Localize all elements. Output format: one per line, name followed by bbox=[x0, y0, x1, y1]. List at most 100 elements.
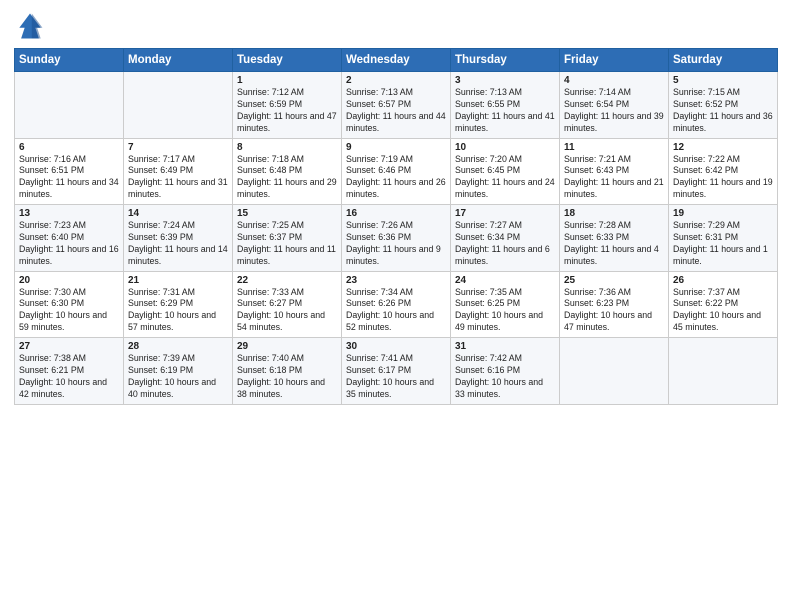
calendar-cell bbox=[669, 338, 778, 405]
calendar-cell: 25Sunrise: 7:36 AM Sunset: 6:23 PM Dayli… bbox=[560, 271, 669, 338]
calendar-cell: 11Sunrise: 7:21 AM Sunset: 6:43 PM Dayli… bbox=[560, 138, 669, 205]
day-number: 15 bbox=[237, 208, 337, 219]
calendar-cell: 24Sunrise: 7:35 AM Sunset: 6:25 PM Dayli… bbox=[451, 271, 560, 338]
logo bbox=[14, 10, 50, 42]
header bbox=[14, 10, 778, 42]
day-info: Sunrise: 7:34 AM Sunset: 6:26 PM Dayligh… bbox=[346, 287, 446, 335]
calendar-cell: 18Sunrise: 7:28 AM Sunset: 6:33 PM Dayli… bbox=[560, 205, 669, 272]
calendar: SundayMondayTuesdayWednesdayThursdayFrid… bbox=[14, 48, 778, 405]
day-number: 5 bbox=[673, 75, 773, 86]
day-info: Sunrise: 7:18 AM Sunset: 6:48 PM Dayligh… bbox=[237, 154, 337, 202]
day-number: 9 bbox=[346, 142, 446, 153]
day-number: 16 bbox=[346, 208, 446, 219]
calendar-cell: 22Sunrise: 7:33 AM Sunset: 6:27 PM Dayli… bbox=[233, 271, 342, 338]
day-info: Sunrise: 7:37 AM Sunset: 6:22 PM Dayligh… bbox=[673, 287, 773, 335]
calendar-cell: 4Sunrise: 7:14 AM Sunset: 6:54 PM Daylig… bbox=[560, 72, 669, 139]
day-info: Sunrise: 7:41 AM Sunset: 6:17 PM Dayligh… bbox=[346, 353, 446, 401]
day-number: 26 bbox=[673, 275, 773, 286]
calendar-week-2: 6Sunrise: 7:16 AM Sunset: 6:51 PM Daylig… bbox=[15, 138, 778, 205]
day-info: Sunrise: 7:36 AM Sunset: 6:23 PM Dayligh… bbox=[564, 287, 664, 335]
calendar-header-row: SundayMondayTuesdayWednesdayThursdayFrid… bbox=[15, 49, 778, 72]
day-number: 20 bbox=[19, 275, 119, 286]
calendar-header-sunday: Sunday bbox=[15, 49, 124, 72]
day-number: 6 bbox=[19, 142, 119, 153]
calendar-cell: 26Sunrise: 7:37 AM Sunset: 6:22 PM Dayli… bbox=[669, 271, 778, 338]
logo-icon bbox=[14, 10, 46, 42]
day-number: 7 bbox=[128, 142, 228, 153]
calendar-cell: 3Sunrise: 7:13 AM Sunset: 6:55 PM Daylig… bbox=[451, 72, 560, 139]
day-number: 12 bbox=[673, 142, 773, 153]
calendar-header-monday: Monday bbox=[124, 49, 233, 72]
calendar-cell: 28Sunrise: 7:39 AM Sunset: 6:19 PM Dayli… bbox=[124, 338, 233, 405]
calendar-week-3: 13Sunrise: 7:23 AM Sunset: 6:40 PM Dayli… bbox=[15, 205, 778, 272]
day-number: 2 bbox=[346, 75, 446, 86]
calendar-cell: 12Sunrise: 7:22 AM Sunset: 6:42 PM Dayli… bbox=[669, 138, 778, 205]
calendar-cell: 10Sunrise: 7:20 AM Sunset: 6:45 PM Dayli… bbox=[451, 138, 560, 205]
day-info: Sunrise: 7:19 AM Sunset: 6:46 PM Dayligh… bbox=[346, 154, 446, 202]
day-info: Sunrise: 7:28 AM Sunset: 6:33 PM Dayligh… bbox=[564, 220, 664, 268]
day-number: 10 bbox=[455, 142, 555, 153]
calendar-cell: 7Sunrise: 7:17 AM Sunset: 6:49 PM Daylig… bbox=[124, 138, 233, 205]
calendar-cell: 30Sunrise: 7:41 AM Sunset: 6:17 PM Dayli… bbox=[342, 338, 451, 405]
day-number: 27 bbox=[19, 341, 119, 352]
day-number: 3 bbox=[455, 75, 555, 86]
calendar-cell: 16Sunrise: 7:26 AM Sunset: 6:36 PM Dayli… bbox=[342, 205, 451, 272]
day-info: Sunrise: 7:13 AM Sunset: 6:55 PM Dayligh… bbox=[455, 87, 555, 135]
day-number: 21 bbox=[128, 275, 228, 286]
day-info: Sunrise: 7:38 AM Sunset: 6:21 PM Dayligh… bbox=[19, 353, 119, 401]
calendar-cell: 6Sunrise: 7:16 AM Sunset: 6:51 PM Daylig… bbox=[15, 138, 124, 205]
day-number: 31 bbox=[455, 341, 555, 352]
day-info: Sunrise: 7:33 AM Sunset: 6:27 PM Dayligh… bbox=[237, 287, 337, 335]
day-number: 19 bbox=[673, 208, 773, 219]
calendar-cell: 9Sunrise: 7:19 AM Sunset: 6:46 PM Daylig… bbox=[342, 138, 451, 205]
day-number: 14 bbox=[128, 208, 228, 219]
day-number: 8 bbox=[237, 142, 337, 153]
day-info: Sunrise: 7:27 AM Sunset: 6:34 PM Dayligh… bbox=[455, 220, 555, 268]
day-number: 22 bbox=[237, 275, 337, 286]
day-number: 28 bbox=[128, 341, 228, 352]
calendar-cell: 23Sunrise: 7:34 AM Sunset: 6:26 PM Dayli… bbox=[342, 271, 451, 338]
calendar-cell: 14Sunrise: 7:24 AM Sunset: 6:39 PM Dayli… bbox=[124, 205, 233, 272]
day-info: Sunrise: 7:14 AM Sunset: 6:54 PM Dayligh… bbox=[564, 87, 664, 135]
day-info: Sunrise: 7:42 AM Sunset: 6:16 PM Dayligh… bbox=[455, 353, 555, 401]
calendar-cell: 20Sunrise: 7:30 AM Sunset: 6:30 PM Dayli… bbox=[15, 271, 124, 338]
day-number: 11 bbox=[564, 142, 664, 153]
calendar-header-saturday: Saturday bbox=[669, 49, 778, 72]
day-info: Sunrise: 7:31 AM Sunset: 6:29 PM Dayligh… bbox=[128, 287, 228, 335]
day-info: Sunrise: 7:40 AM Sunset: 6:18 PM Dayligh… bbox=[237, 353, 337, 401]
calendar-cell: 31Sunrise: 7:42 AM Sunset: 6:16 PM Dayli… bbox=[451, 338, 560, 405]
day-number: 23 bbox=[346, 275, 446, 286]
calendar-cell bbox=[15, 72, 124, 139]
day-info: Sunrise: 7:21 AM Sunset: 6:43 PM Dayligh… bbox=[564, 154, 664, 202]
calendar-cell: 1Sunrise: 7:12 AM Sunset: 6:59 PM Daylig… bbox=[233, 72, 342, 139]
day-info: Sunrise: 7:25 AM Sunset: 6:37 PM Dayligh… bbox=[237, 220, 337, 268]
calendar-week-5: 27Sunrise: 7:38 AM Sunset: 6:21 PM Dayli… bbox=[15, 338, 778, 405]
day-number: 30 bbox=[346, 341, 446, 352]
day-info: Sunrise: 7:12 AM Sunset: 6:59 PM Dayligh… bbox=[237, 87, 337, 135]
calendar-header-wednesday: Wednesday bbox=[342, 49, 451, 72]
day-info: Sunrise: 7:35 AM Sunset: 6:25 PM Dayligh… bbox=[455, 287, 555, 335]
calendar-header-tuesday: Tuesday bbox=[233, 49, 342, 72]
day-number: 29 bbox=[237, 341, 337, 352]
page: SundayMondayTuesdayWednesdayThursdayFrid… bbox=[0, 0, 792, 612]
calendar-cell: 21Sunrise: 7:31 AM Sunset: 6:29 PM Dayli… bbox=[124, 271, 233, 338]
day-number: 4 bbox=[564, 75, 664, 86]
day-info: Sunrise: 7:30 AM Sunset: 6:30 PM Dayligh… bbox=[19, 287, 119, 335]
day-info: Sunrise: 7:20 AM Sunset: 6:45 PM Dayligh… bbox=[455, 154, 555, 202]
calendar-cell bbox=[124, 72, 233, 139]
calendar-cell: 2Sunrise: 7:13 AM Sunset: 6:57 PM Daylig… bbox=[342, 72, 451, 139]
day-info: Sunrise: 7:23 AM Sunset: 6:40 PM Dayligh… bbox=[19, 220, 119, 268]
day-number: 18 bbox=[564, 208, 664, 219]
day-info: Sunrise: 7:29 AM Sunset: 6:31 PM Dayligh… bbox=[673, 220, 773, 268]
day-info: Sunrise: 7:15 AM Sunset: 6:52 PM Dayligh… bbox=[673, 87, 773, 135]
day-number: 25 bbox=[564, 275, 664, 286]
calendar-cell: 17Sunrise: 7:27 AM Sunset: 6:34 PM Dayli… bbox=[451, 205, 560, 272]
day-number: 1 bbox=[237, 75, 337, 86]
day-info: Sunrise: 7:22 AM Sunset: 6:42 PM Dayligh… bbox=[673, 154, 773, 202]
calendar-week-4: 20Sunrise: 7:30 AM Sunset: 6:30 PM Dayli… bbox=[15, 271, 778, 338]
calendar-header-thursday: Thursday bbox=[451, 49, 560, 72]
day-number: 13 bbox=[19, 208, 119, 219]
day-number: 24 bbox=[455, 275, 555, 286]
calendar-cell: 19Sunrise: 7:29 AM Sunset: 6:31 PM Dayli… bbox=[669, 205, 778, 272]
calendar-cell: 27Sunrise: 7:38 AM Sunset: 6:21 PM Dayli… bbox=[15, 338, 124, 405]
